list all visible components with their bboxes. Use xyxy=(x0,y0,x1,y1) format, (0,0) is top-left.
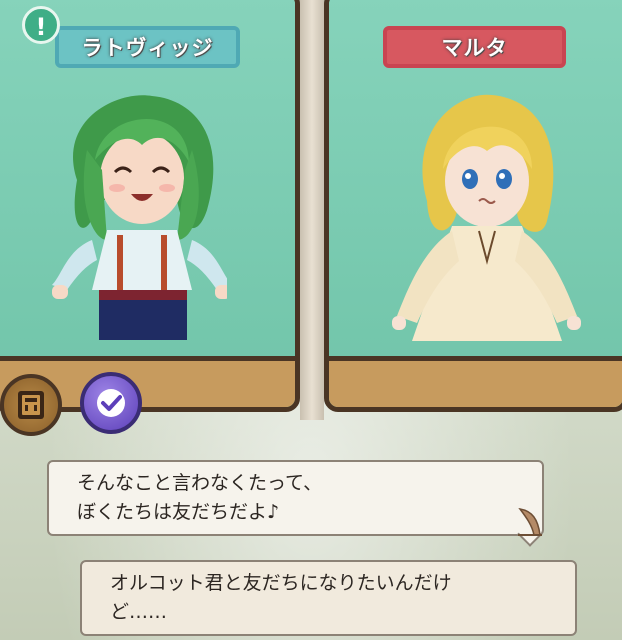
green-haired-boy-character[interactable] xyxy=(47,90,227,360)
log-button[interactable] xyxy=(0,374,62,436)
right-stage-floor xyxy=(329,356,622,407)
next-page-quill-icon[interactable] xyxy=(514,505,544,539)
dialogue-line: ど…… xyxy=(110,601,168,623)
dialogue-line: オルコット君と友だちになりたいんだけ xyxy=(110,572,452,594)
left-character-nameplate: ラトヴィッジ xyxy=(55,26,240,68)
dialogue-line: ぼくたちは友だちだよ♪ xyxy=(77,501,280,523)
background-divider xyxy=(300,0,324,420)
dialogue-bubble-previous[interactable]: オルコット君と友だちになりたいんだけ ど…… xyxy=(80,560,577,636)
check-icon xyxy=(97,389,125,417)
dialogue-line: そんなこと言わなくたって、 xyxy=(77,472,323,494)
dialogue-bubble-current[interactable]: そんなこと言わなくたって、 ぼくたちは友だちだよ♪ xyxy=(47,460,544,547)
auto-read-button[interactable] xyxy=(80,372,142,434)
book-icon xyxy=(18,391,44,419)
alert-icon[interactable]: ! xyxy=(22,6,60,44)
blonde-girl-character[interactable] xyxy=(367,91,597,361)
right-character-nameplate: マルタ xyxy=(383,26,566,68)
